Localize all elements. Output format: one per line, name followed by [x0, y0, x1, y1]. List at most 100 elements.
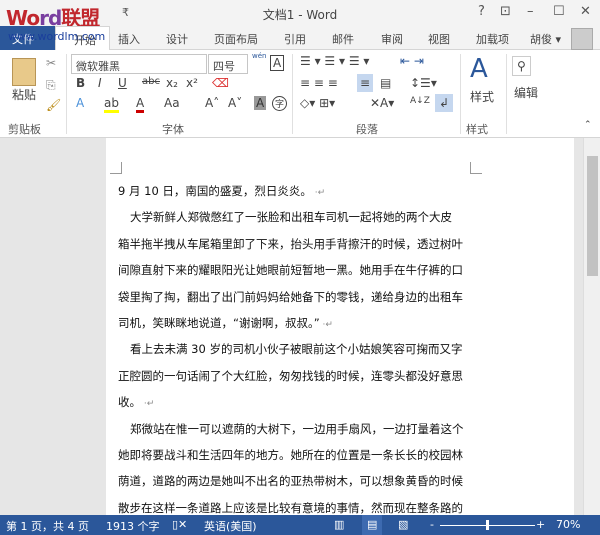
- page[interactable]: 9 月 10 日，南国的盛夏，烈日炎炎。 ·↵ 大学新鲜人郑微憋红了一张脸和出租车…: [106, 138, 574, 515]
- read-mode-icon[interactable]: ▥: [334, 518, 344, 531]
- shading-icon[interactable]: ◇▾ ⊞▾: [300, 96, 335, 110]
- line-text: 郑微站在惟一可以遮荫的大树下，一边用手扇风，一边打量着这个: [130, 421, 464, 436]
- grow-font-button[interactable]: A˄: [205, 96, 219, 110]
- group-paragraph-label: 段落: [356, 123, 378, 136]
- format-painter-icon[interactable]: 🖌: [46, 98, 61, 112]
- font-name-select[interactable]: 微软雅黑: [71, 54, 207, 74]
- char-shading-icon[interactable]: A: [254, 96, 267, 110]
- line-text: 散步在这样一条道路上应该是比较有意境的事情，然而现在整条路的: [118, 500, 463, 515]
- avatar[interactable]: [571, 28, 593, 50]
- font-size-select[interactable]: 四号: [208, 54, 248, 74]
- line-text: 她即将要战斗和生活四年的地方。她所在的位置是一条长长的校园林: [118, 447, 463, 462]
- tab-review[interactable]: 审阅: [381, 31, 403, 47]
- page-count[interactable]: 第 1 页，共 4 页: [6, 518, 89, 534]
- asian-layout-icon[interactable]: ✕A▾: [370, 96, 394, 110]
- bold-button[interactable]: B: [76, 76, 85, 90]
- line-text: 间隙直射下来的耀眼阳光让她眼前短暂地一黑。她用手在牛仔裤的口: [118, 263, 463, 278]
- tab-references[interactable]: 引用: [284, 31, 306, 47]
- underline-button[interactable]: U: [118, 76, 127, 90]
- superscript-button[interactable]: x²: [186, 76, 198, 90]
- character-border-button[interactable]: A: [270, 55, 285, 71]
- subscript-button[interactable]: x₂: [166, 76, 178, 90]
- print-layout-icon[interactable]: ▤: [362, 515, 383, 535]
- find-icon[interactable]: ⚲: [512, 56, 531, 76]
- scroll-thumb[interactable]: [587, 156, 598, 276]
- text-line[interactable]: 郑微站在惟一可以遮荫的大树下，一边用手扇风，一边打量着这个: [118, 416, 473, 442]
- line-text: 正腔圆的一句话闹了个大红脸，匆匆找钱的时候，连零头都没好意思: [118, 368, 463, 383]
- tab-insert[interactable]: 插入: [118, 31, 140, 47]
- title-bar: Word联盟 ₹ 文档1 - Word ? ⊡ – ☐ ✕: [0, 0, 600, 30]
- phonetic-guide-button[interactable]: wén: [252, 52, 266, 60]
- tab-design[interactable]: 设计: [166, 31, 188, 47]
- zoom-slider-knob[interactable]: [486, 520, 489, 530]
- text-line[interactable]: 收。 ·↵: [118, 389, 473, 415]
- text-line[interactable]: 看上去未满 30 岁的司机小伙子被眼前这个小姑娘笑容可掬而又字: [118, 336, 473, 362]
- paste-button[interactable]: 粘贴: [12, 86, 36, 103]
- indent-icons[interactable]: ⇤ ⇥: [400, 54, 424, 68]
- line-text: 收。: [118, 395, 141, 410]
- sort-button[interactable]: A↓Z: [410, 96, 430, 106]
- user-name[interactable]: 胡俊 ▾: [530, 31, 561, 47]
- document-text[interactable]: 9 月 10 日，南国的盛夏，烈日炎炎。 ·↵ 大学新鲜人郑微憋红了一张脸和出租车…: [118, 178, 473, 515]
- ribbon-display-button[interactable]: ⊡: [500, 4, 511, 19]
- shrink-font-button[interactable]: A˅: [228, 96, 242, 110]
- cut-icon[interactable]: ✂: [46, 56, 56, 70]
- editing-button[interactable]: 编辑: [514, 84, 538, 101]
- text-line[interactable]: 大学新鲜人郑微憋红了一张脸和出租车司机一起将她的两个大皮: [118, 204, 473, 230]
- status-bar: 第 1 页，共 4 页 1913 个字 ▯✕ 英语(美国) ▥ ▤ ▧ - + …: [0, 515, 600, 535]
- show-marks-icon[interactable]: ↲: [435, 94, 454, 112]
- word-count[interactable]: 1913 个字: [106, 518, 160, 534]
- ribbon: 粘贴 ✂ ⎘ 🖌 剪贴板 微软雅黑 四号 wén A B I U abc x₂ …: [0, 50, 600, 138]
- line-spacing-icon[interactable]: ↕☰▾: [410, 76, 437, 90]
- styles-button[interactable]: 样式: [470, 88, 494, 105]
- help-button[interactable]: ?: [478, 4, 485, 19]
- text-line[interactable]: 袋里掏了掏，翻出了出门前妈妈给她备下的零钱，递给身边的出租车: [118, 284, 473, 310]
- zoom-in-button[interactable]: +: [536, 518, 545, 531]
- zoom-level[interactable]: 70%: [556, 518, 580, 531]
- font-color-icon[interactable]: A: [136, 96, 145, 113]
- paste-icon[interactable]: [12, 58, 36, 86]
- text-effects-icon[interactable]: A: [76, 96, 84, 110]
- enclose-char-button[interactable]: 字: [272, 96, 288, 111]
- highlight-icon[interactable]: ab: [104, 96, 119, 113]
- text-line[interactable]: 她即将要战斗和生活四年的地方。她所在的位置是一条长长的校园林: [118, 442, 473, 468]
- bullets-icon[interactable]: ☰ ▾ ☰ ▾ ☰ ▾: [300, 54, 369, 68]
- text-line[interactable]: 间隙直射下来的耀眼阳光让她眼前短暂地一黑。她用手在牛仔裤的口: [118, 257, 473, 283]
- styles-icon[interactable]: A: [470, 54, 488, 84]
- collapse-ribbon-icon[interactable]: ⌃: [584, 120, 592, 130]
- tab-view[interactable]: 视图: [428, 31, 450, 47]
- maximize-button[interactable]: ☐: [553, 4, 565, 19]
- vertical-scrollbar[interactable]: [583, 138, 600, 515]
- change-case-button[interactable]: Aa: [164, 96, 180, 110]
- paragraph-mark: ·↵: [311, 188, 326, 198]
- paragraph-mark: ·↵: [319, 319, 333, 330]
- text-line[interactable]: 荫道，道路的两边是她叫不出名的亚热带树木，可以想象黄昏的时候: [118, 468, 473, 494]
- text-line[interactable]: 9 月 10 日，南国的盛夏，烈日炎炎。 ·↵: [118, 178, 473, 204]
- line-text: 9 月 10 日，南国的盛夏，烈日炎炎。: [118, 184, 312, 198]
- close-button[interactable]: ✕: [580, 4, 591, 19]
- clear-format-icon[interactable]: ⌫: [212, 76, 229, 90]
- minimize-button[interactable]: –: [527, 4, 534, 19]
- tab-layout[interactable]: 页面布局: [214, 31, 258, 47]
- language[interactable]: 英语(美国): [204, 518, 257, 534]
- text-line[interactable]: 箱半拖半拽从车尾箱里卸了下来，抬头用手背擦汗的时候，透过树叶: [118, 231, 473, 257]
- paragraph-mark: ·↵: [141, 399, 155, 410]
- text-line[interactable]: 司机，笑眯眯地说道，“谢谢啊，叔叔。” ·↵: [118, 310, 473, 336]
- document-area: 9 月 10 日，南国的盛夏，烈日炎炎。 ·↵ 大学新鲜人郑微憋红了一张脸和出租车…: [0, 138, 583, 515]
- text-line[interactable]: 正腔圆的一句话闹了个大红脸，匆匆找钱的时候，连零头都没好意思: [118, 363, 473, 389]
- tab-addins[interactable]: 加载项: [476, 31, 509, 47]
- group-clipboard-label: 剪贴板: [8, 123, 41, 136]
- tab-mailings[interactable]: 邮件: [332, 31, 354, 47]
- italic-button[interactable]: I: [98, 76, 102, 90]
- proofing-icon[interactable]: ▯✕: [172, 518, 187, 531]
- text-line[interactable]: 散步在这样一条道路上应该是比较有意境的事情，然而现在整条路的: [118, 495, 473, 515]
- align-icons[interactable]: ≡ ≡ ≡: [300, 76, 338, 90]
- strikethrough-button[interactable]: abc: [142, 76, 160, 87]
- copy-icon[interactable]: ⎘: [46, 78, 56, 93]
- zoom-out-button[interactable]: -: [430, 518, 434, 531]
- web-layout-icon[interactable]: ▧: [398, 518, 408, 531]
- line-text: 大学新鲜人郑微憋红了一张脸和出租车司机一起将她的两个大皮: [130, 210, 452, 225]
- justify-icon[interactable]: ≡: [357, 74, 374, 92]
- watermark-url: www.wordlm.com: [8, 30, 106, 43]
- distribute-icon[interactable]: ▤: [380, 76, 391, 90]
